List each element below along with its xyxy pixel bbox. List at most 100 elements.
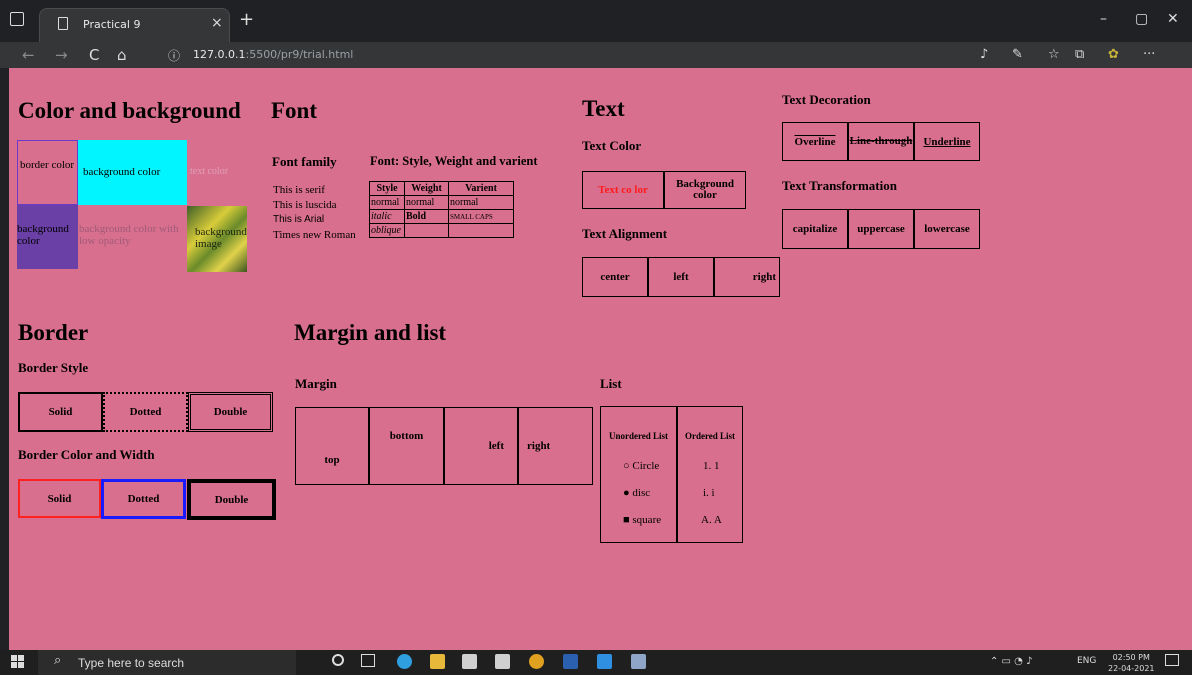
favorites-icon[interactable]: ☆ bbox=[1048, 47, 1060, 62]
uppercase-box: uppercase bbox=[848, 209, 914, 249]
font-serif: This is serif bbox=[273, 184, 325, 196]
double-border-box: Double bbox=[188, 392, 273, 432]
solid-border-box: Solid bbox=[18, 392, 103, 432]
margin-top-box: top bbox=[295, 407, 369, 485]
more-button[interactable]: ··· bbox=[1143, 47, 1155, 62]
read-aloud-icon[interactable]: ♪ bbox=[980, 47, 988, 62]
table-header: Varient bbox=[448, 181, 514, 196]
section-title-color: Color and background bbox=[18, 98, 241, 123]
close-tab-icon[interactable]: × bbox=[211, 15, 223, 31]
line-through-box: Line-through bbox=[848, 122, 914, 161]
list-item: i. i bbox=[703, 487, 715, 499]
back-button[interactable]: ← bbox=[22, 46, 35, 64]
collections-icon[interactable]: ⧉ bbox=[1075, 47, 1084, 62]
url-host: 127.0.0.1 bbox=[193, 48, 246, 61]
section-title-font: Font bbox=[271, 98, 317, 123]
clock-date: 22-04-2021 bbox=[1108, 664, 1155, 673]
list-item: ● disc bbox=[623, 487, 651, 499]
background-color-box: Background color bbox=[664, 171, 746, 209]
mail-icon[interactable] bbox=[495, 654, 510, 669]
taskbar-search-placeholder: Type here to search bbox=[78, 656, 185, 670]
ordered-list-cell: Ordered List 1. 1 i. i A. A bbox=[677, 406, 743, 543]
border-color-demo: border color bbox=[17, 140, 78, 205]
text-alignment-title: Text Alignment bbox=[582, 226, 668, 241]
edge-icon[interactable] bbox=[397, 654, 412, 669]
tab-title: Practical 9 bbox=[83, 18, 141, 31]
close-window-button[interactable]: ✕ bbox=[1167, 11, 1179, 27]
clock[interactable]: 02:50 PM 22-04-2021 bbox=[1108, 652, 1155, 674]
clock-time: 02:50 PM bbox=[1112, 653, 1150, 662]
margin-right-box: right bbox=[518, 407, 593, 485]
home-button[interactable]: ⌂ bbox=[117, 46, 127, 64]
forward-button[interactable]: → bbox=[55, 46, 68, 64]
section-title-text: Text bbox=[582, 96, 625, 121]
notification-icon[interactable] bbox=[1165, 654, 1179, 666]
background-purple-demo: background color bbox=[17, 205, 78, 269]
border-color-width-title: Border Color and Width bbox=[18, 447, 155, 462]
align-right-box: right bbox=[714, 257, 780, 297]
border-style-title: Border Style bbox=[18, 360, 89, 375]
margin-left-box: left bbox=[444, 407, 518, 485]
section-title-margin: Margin and list bbox=[294, 320, 447, 345]
font-family-title: Font family bbox=[272, 154, 337, 169]
background-image-demo: background image bbox=[187, 206, 247, 272]
align-left-box: left bbox=[648, 257, 714, 297]
list-item: ○ Circle bbox=[623, 460, 660, 472]
cortana-icon[interactable] bbox=[332, 654, 344, 666]
tab-actions-icon[interactable] bbox=[10, 12, 24, 26]
word-icon[interactable] bbox=[563, 654, 578, 669]
list-item: ■ square bbox=[623, 514, 662, 526]
blue-dotted-border-box: Dotted bbox=[101, 479, 186, 519]
capitalize-box: capitalize bbox=[782, 209, 848, 249]
low-opacity-demo: background color with low opacity bbox=[79, 223, 179, 247]
table-cell: Bold bbox=[404, 209, 449, 224]
tray-icons[interactable]: ⌃ ▭ ◔ ♪ bbox=[990, 656, 1032, 667]
table-cell bbox=[404, 223, 449, 238]
language-indicator[interactable]: ENG bbox=[1077, 656, 1096, 666]
lowercase-box: lowercase bbox=[914, 209, 980, 249]
table-cell: oblique bbox=[369, 223, 405, 238]
font-style-title: Font: Style, Weight and varient bbox=[370, 154, 538, 168]
search-icon: ⌕ bbox=[54, 653, 62, 668]
reload-button[interactable]: C bbox=[89, 46, 99, 64]
task-view-icon[interactable] bbox=[361, 654, 375, 667]
chrome-icon[interactable] bbox=[529, 654, 544, 669]
maximize-button[interactable]: ▢ bbox=[1135, 11, 1148, 27]
browser-tab[interactable]: Practical 9 × bbox=[39, 8, 230, 42]
table-cell bbox=[448, 223, 514, 238]
url-path: :5500/pr9/trial.html bbox=[245, 48, 354, 61]
new-tab-button[interactable]: + bbox=[239, 9, 254, 30]
text-transformation-title: Text Transformation bbox=[782, 178, 897, 193]
font-luscida: This is luscida bbox=[273, 199, 337, 211]
table-cell: normal bbox=[404, 195, 449, 210]
file-explorer-icon[interactable] bbox=[430, 654, 445, 669]
pen-icon[interactable]: ✎ bbox=[1012, 47, 1023, 62]
page-icon bbox=[58, 17, 68, 30]
table-cell: italic bbox=[369, 209, 405, 224]
black-double-border-box: Double bbox=[187, 479, 276, 520]
underline-box: Underline bbox=[914, 122, 980, 161]
unordered-list-cell: Unordered List ○ Circle ● disc ■ square bbox=[600, 406, 677, 543]
list-item: 1. 1 bbox=[703, 460, 720, 472]
table-cell: normal bbox=[448, 195, 514, 210]
background-color-demo: background color bbox=[78, 140, 187, 205]
list-item: A. A bbox=[701, 514, 722, 526]
text-color-title: Text Color bbox=[582, 138, 642, 153]
vscode-icon[interactable] bbox=[597, 654, 612, 669]
font-times: Times new Roman bbox=[273, 229, 356, 241]
dotted-border-box: Dotted bbox=[103, 392, 188, 432]
table-cell: SMALL CAPS bbox=[448, 209, 514, 224]
table-header: Style bbox=[369, 181, 405, 196]
margin-title: Margin bbox=[295, 376, 337, 391]
profile-icon[interactable]: ✿ bbox=[1108, 47, 1119, 62]
text-decoration-title: Text Decoration bbox=[782, 92, 871, 107]
store-icon[interactable] bbox=[462, 654, 477, 669]
table-header: Weight bbox=[404, 181, 449, 196]
table-cell: normal bbox=[369, 195, 405, 210]
font-style-table: Style Weight Varient normal normal norma… bbox=[369, 181, 514, 238]
site-info-icon[interactable]: ⓘ bbox=[168, 47, 180, 64]
url-field[interactable]: 127.0.0.1:5500/pr9/trial.html bbox=[193, 48, 353, 61]
minimize-button[interactable]: – bbox=[1100, 11, 1107, 27]
windows-start-icon[interactable] bbox=[11, 655, 24, 668]
app-icon[interactable] bbox=[631, 654, 646, 669]
